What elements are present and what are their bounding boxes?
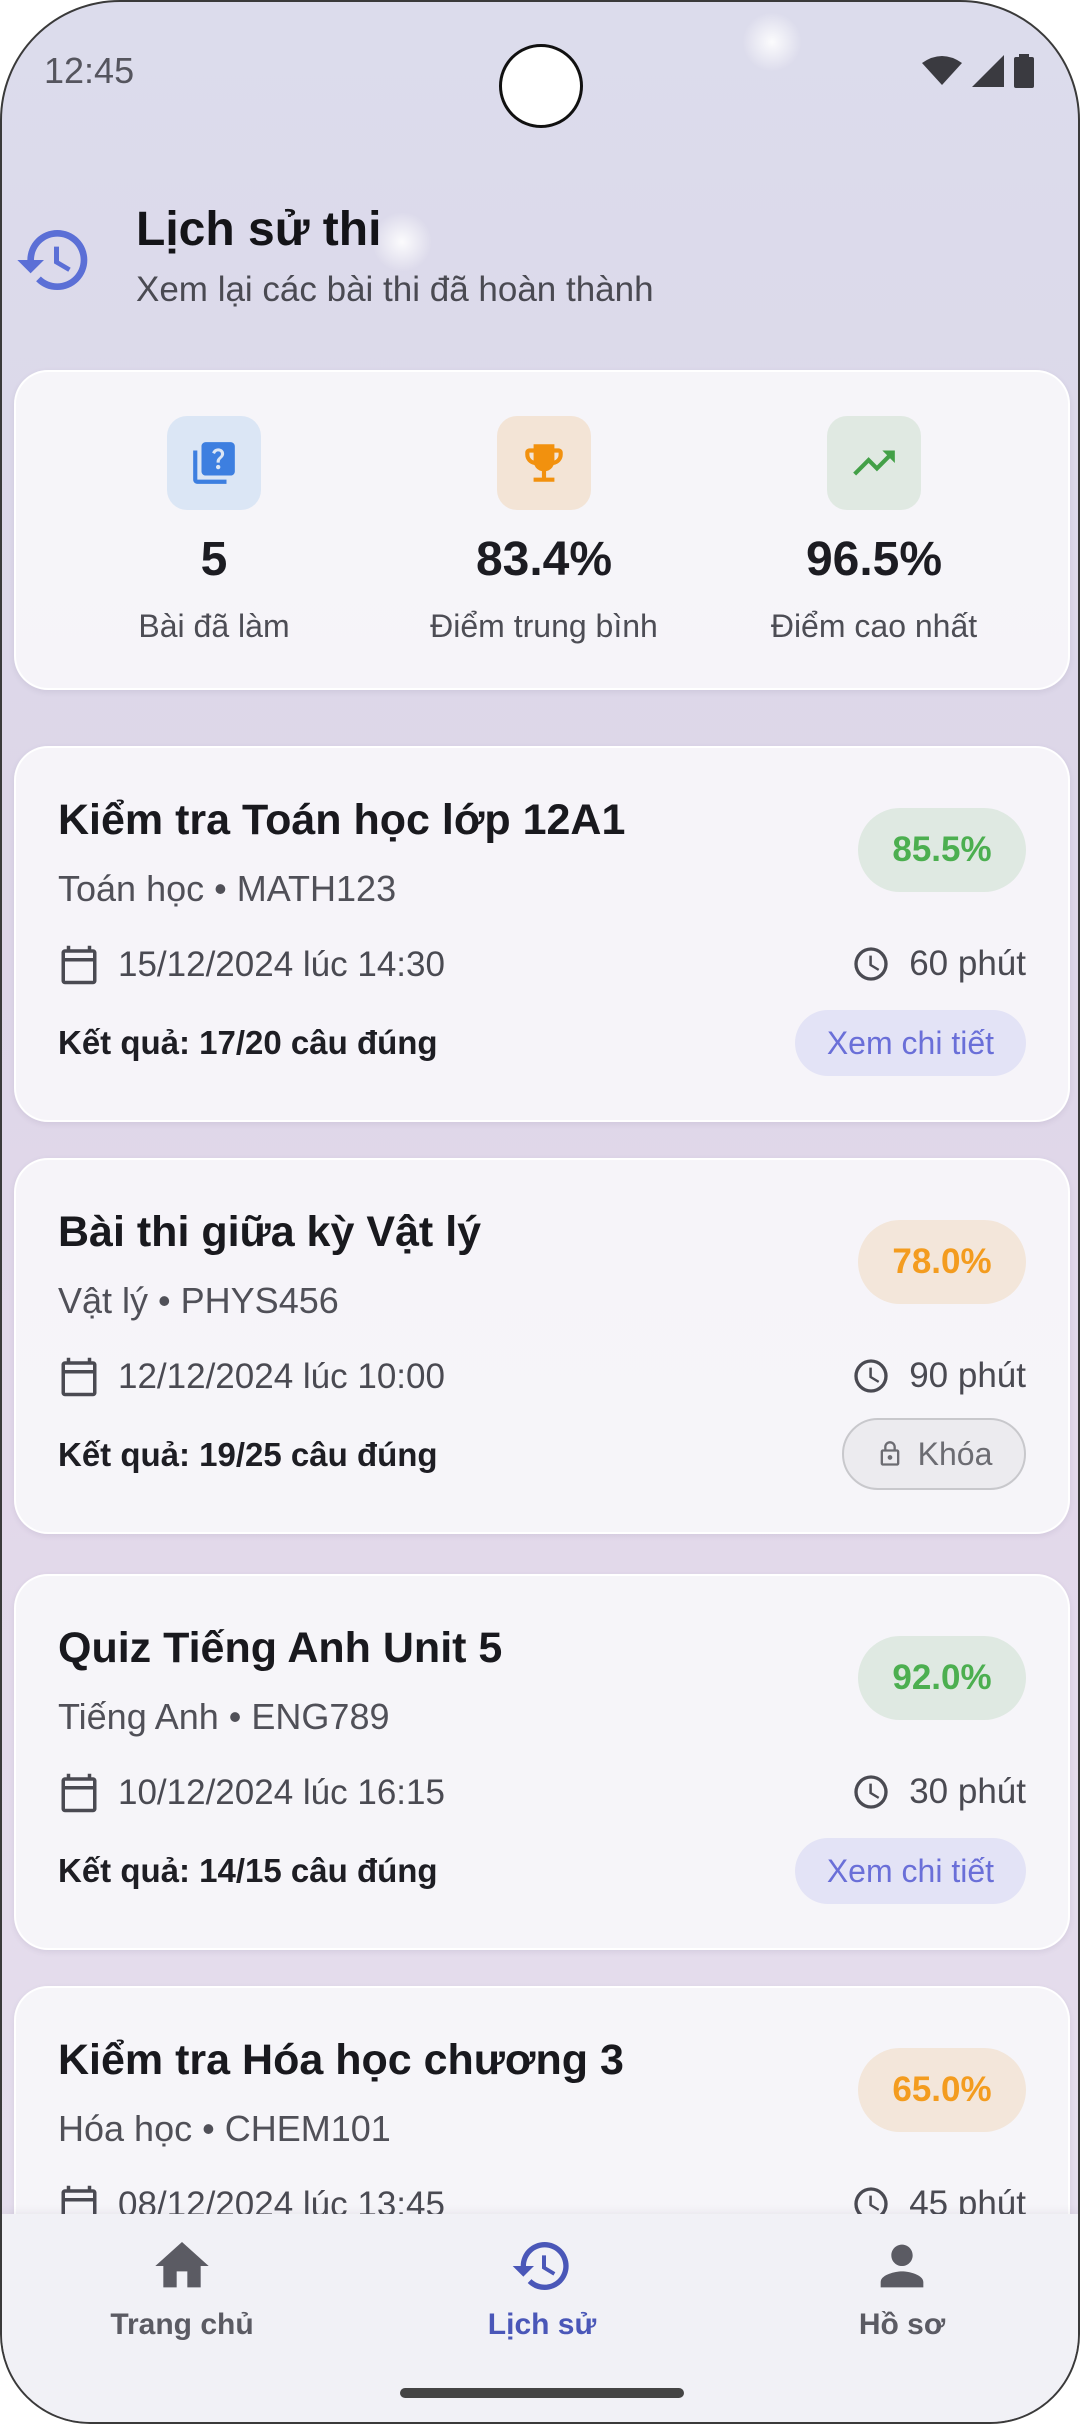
score-badge: 92.0% [858,1636,1026,1720]
exam-title: Bài thi giữa kỳ Vật lý [58,1208,482,1256]
stat-label: Bài đã làm [138,608,290,644]
home-indicator[interactable] [400,2388,684,2398]
phone-screen: 12:45 Lịch sử thi Xem lại các bài thi đã… [0,0,1080,2424]
stat-highest-score: 96.5% Điểm cao nhất [698,372,1050,692]
exam-date-text: 12/12/2024 lúc 10:00 [118,1357,445,1396]
clock-icon [854,947,888,981]
status-icons [922,54,1034,88]
exam-result: Kết quả: 17/20 câu đúng [58,1024,438,1061]
separator: • [228,1696,242,1737]
clock-icon [854,1359,888,1393]
exam-duration: 60 phút [851,944,1026,984]
exam-result: Kết quả: 14/15 câu đúng [58,1852,438,1889]
stat-label: Điểm trung bình [430,608,658,644]
locked-button[interactable]: Khóa [842,1418,1026,1490]
nav-item-history[interactable]: Lịch sử [422,2234,662,2342]
background-glow [742,12,802,72]
exam-subject: Toán học [58,868,205,909]
nav-label: Trang chủ [110,2308,254,2341]
trending-up-icon [827,416,921,510]
exam-subject: Hóa học [58,2108,193,2149]
calendar-icon [61,1357,97,1397]
exam-date-text: 10/12/2024 lúc 16:15 [118,1773,445,1812]
exam-date: 10/12/2024 lúc 16:15 [58,1772,445,1814]
lock-icon [880,1441,899,1466]
exam-subject-line: Vật lý • PHYS456 [58,1280,339,1322]
exam-card[interactable]: Quiz Tiếng Anh Unit 5 Tiếng Anh • ENG789 9… [14,1574,1070,1950]
exam-duration-text: 60 phút [909,944,1026,983]
camera-cutout [499,44,583,128]
exam-code: ENG789 [251,1696,390,1737]
page-subtitle: Xem lại các bài thi đã hoàn thành [136,270,654,309]
exam-subject-line: Tiếng Anh • ENG789 [58,1696,389,1738]
wifi-icon [922,56,962,85]
separator: • [202,2108,215,2149]
stats-card: 5 Bài đã làm 83.4% Điểm trung bình 96.5%… [14,370,1070,690]
exam-subject-line: Hóa học • CHEM101 [58,2108,391,2150]
exam-duration: 90 phút [851,1356,1026,1396]
nav-label: Hồ sơ [858,2308,946,2341]
view-details-button[interactable]: Xem chi tiết [794,1010,1026,1076]
exam-title: Quiz Tiếng Anh Unit 5 [58,1624,503,1672]
view-details-button[interactable]: Xem chi tiết [794,1838,1026,1904]
stat-exams-taken: 5 Bài đã làm [38,372,390,692]
exam-code: PHYS456 [180,1280,339,1321]
exam-date: 12/12/2024 lúc 10:00 [58,1356,445,1398]
battery-icon [1014,54,1034,88]
score-badge: 78.0% [858,1220,1026,1304]
nav-label: Lịch sử [487,2308,597,2341]
exam-code: CHEM101 [224,2108,391,2149]
exam-subject: Tiếng Anh [58,1696,219,1737]
stat-value: 96.5% [805,533,943,586]
exam-subject-line: Toán học • MATH123 [58,868,396,910]
history-icon [17,230,88,291]
exam-duration-text: 30 phút [909,1772,1026,1811]
stat-value: 83.4% [475,533,613,586]
stat-value: 5 [200,533,228,586]
exam-duration-text: 90 phút [909,1356,1026,1395]
calendar-icon [61,1773,97,1813]
locked-label: Khóa [917,1435,993,1472]
person-icon [880,2244,924,2288]
home-icon [155,2242,209,2288]
exam-subject: Vật lý [58,1280,149,1321]
score-badge: 85.5% [858,808,1026,892]
separator: • [158,1280,171,1321]
stat-label: Điểm cao nhất [770,608,978,644]
page-title: Lịch sử thi [136,203,382,256]
exam-code: MATH123 [236,868,397,909]
exam-title: Kiểm tra Toán học lớp 12A1 [58,796,626,844]
nav-item-home[interactable]: Trang chủ [62,2234,302,2342]
quiz-icon [167,416,261,510]
exam-date-text: 15/12/2024 lúc 14:30 [118,945,445,984]
clock-icon [854,1775,888,1809]
exam-result: Kết quả: 19/25 câu đúng [58,1436,438,1473]
score-badge: 65.0% [858,2048,1026,2132]
separator: • [214,868,227,909]
trophy-icon [497,416,591,510]
exam-title: Kiểm tra Hóa học chương 3 [58,2036,624,2084]
exam-duration: 30 phút [851,1772,1026,1812]
signal-icon [972,55,1004,87]
exam-date: 15/12/2024 lúc 14:30 [58,944,445,986]
stat-average-score: 83.4% Điểm trung bình [368,372,720,692]
exam-card[interactable]: Kiểm tra Toán học lớp 12A1 Toán học • MATH… [14,746,1070,1122]
history-icon [512,2242,569,2290]
calendar-icon [61,945,97,985]
nav-item-profile[interactable]: Hồ sơ [782,2234,1022,2342]
exam-card[interactable]: Bài thi giữa kỳ Vật lý Vật lý • PHYS456 78… [14,1158,1070,1534]
status-time: 12:45 [44,50,135,91]
